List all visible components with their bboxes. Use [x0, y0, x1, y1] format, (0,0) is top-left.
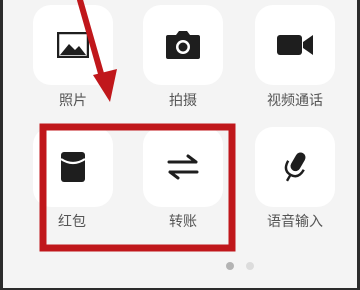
camera-icon — [166, 31, 200, 59]
window-frame-left — [0, 0, 3, 290]
photo-button[interactable] — [33, 5, 113, 85]
voice-input-label: 语音输入 — [267, 214, 323, 230]
voice-input-button[interactable] — [255, 127, 335, 207]
page-dot[interactable] — [246, 262, 254, 270]
red-packet-button[interactable] — [33, 127, 113, 207]
red-packet-icon — [60, 152, 86, 182]
photo-label: 照片 — [59, 93, 87, 109]
camera-label: 拍摄 — [169, 93, 197, 109]
microphone-icon — [284, 152, 306, 182]
transfer-label: 转账 — [169, 214, 197, 230]
video-call-label: 视频通话 — [267, 93, 323, 109]
page-dot-active[interactable] — [226, 262, 234, 270]
photo-icon — [57, 32, 89, 58]
transfer-icon — [167, 154, 199, 180]
video-call-button[interactable] — [255, 5, 335, 85]
camera-button[interactable] — [143, 5, 223, 85]
video-call-icon — [277, 35, 313, 55]
page-indicator — [0, 262, 360, 270]
red-packet-label: 红包 — [58, 214, 86, 230]
transfer-button[interactable] — [143, 127, 223, 207]
